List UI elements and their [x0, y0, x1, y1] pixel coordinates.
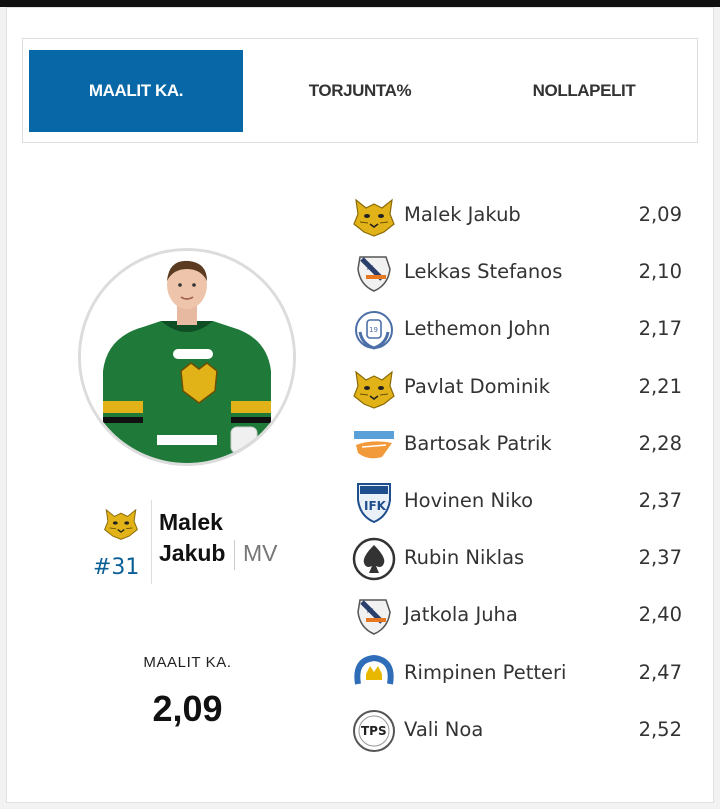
stat-label: MAALIT KA. — [143, 654, 232, 671]
player-last-name: Jakub — [159, 540, 226, 566]
leader-value: 2,17 — [638, 317, 682, 341]
leader-value: 2,47 — [638, 660, 682, 684]
spade-logo-icon — [352, 537, 396, 581]
leader-value: 2,09 — [638, 203, 682, 226]
player-position: MV — [243, 540, 278, 566]
star-shield-logo-icon — [352, 594, 396, 638]
leader-value: 2,10 — [638, 260, 682, 284]
player-first-name: Malek — [159, 509, 223, 535]
leader-row[interactable]: Malek Jakub 2,09 — [352, 187, 687, 244]
leader-row[interactable]: Vali Noa 2,52 — [352, 702, 687, 759]
leader-row[interactable]: Rimpinen Petteri 2,47 — [352, 645, 687, 702]
leader-name: Vali Noa — [404, 717, 484, 741]
tab-nollapelit[interactable]: NOLLAPELIT — [477, 50, 691, 132]
tab-maalit-ka[interactable]: MAALIT KA. — [29, 50, 243, 132]
leader-name: Pavlat Dominik — [404, 374, 551, 398]
tab-torjunta[interactable]: TORJUNTA% — [253, 50, 467, 132]
leader-name: Jatkola Juha — [404, 603, 518, 627]
leader-name: Hovinen Niko — [404, 488, 533, 512]
lynx-logo-icon — [352, 366, 396, 410]
ifk-shield-logo-icon — [352, 480, 396, 524]
leader-name: Rubin Niklas — [404, 546, 525, 570]
leader-name: Bartosak Patrik — [404, 431, 552, 455]
leader-row[interactable]: Rubin Niklas 2,37 — [352, 530, 687, 587]
leader-value: 2,21 — [638, 374, 682, 398]
top-bar — [0, 0, 720, 7]
leader-row[interactable]: Hovinen Niko 2,37 — [352, 473, 687, 530]
leader-value: 2,28 — [638, 431, 682, 455]
horseshoe-crown-logo-icon — [352, 652, 396, 696]
info-divider — [151, 500, 152, 584]
star-shield-logo-icon — [352, 251, 396, 295]
leader-name: Lekkas Stefanos — [404, 260, 563, 284]
lynx-logo-icon — [103, 505, 139, 541]
stat-tabs: MAALIT KA. TORJUNTA% NOLLAPELIT — [22, 38, 698, 143]
laurel-crest-logo-icon — [352, 308, 396, 352]
leader-name: Malek Jakub — [404, 203, 521, 226]
leader-value: 2,40 — [638, 603, 682, 627]
lynx-logo-icon — [352, 194, 396, 238]
player-number: #31 — [93, 555, 140, 580]
leader-value: 2,37 — [638, 546, 682, 570]
leader-value: 2,37 — [638, 488, 682, 512]
pelicans-logo-icon — [352, 423, 396, 467]
leader-row[interactable]: Lethemon John 2,17 — [352, 301, 687, 358]
leader-row[interactable]: Pavlat Dominik 2,21 — [352, 359, 687, 416]
position-divider — [234, 540, 235, 570]
stat-value: 2,09 — [152, 688, 223, 729]
player-photo — [81, 251, 293, 463]
leader-row[interactable]: Jatkola Juha 2,40 — [352, 587, 687, 644]
tps-round-logo-icon — [352, 709, 396, 753]
leader-name: Lethemon John — [404, 317, 551, 341]
leader-name: Rimpinen Petteri — [404, 660, 567, 684]
player-avatar — [78, 248, 296, 466]
leader-value: 2,52 — [638, 717, 682, 741]
leaders-list: Malek Jakub 2,09 Lekkas Stefanos 2,10 Le… — [352, 187, 687, 759]
leader-row[interactable]: Lekkas Stefanos 2,10 — [352, 244, 687, 301]
leader-row[interactable]: Bartosak Patrik 2,28 — [352, 416, 687, 473]
